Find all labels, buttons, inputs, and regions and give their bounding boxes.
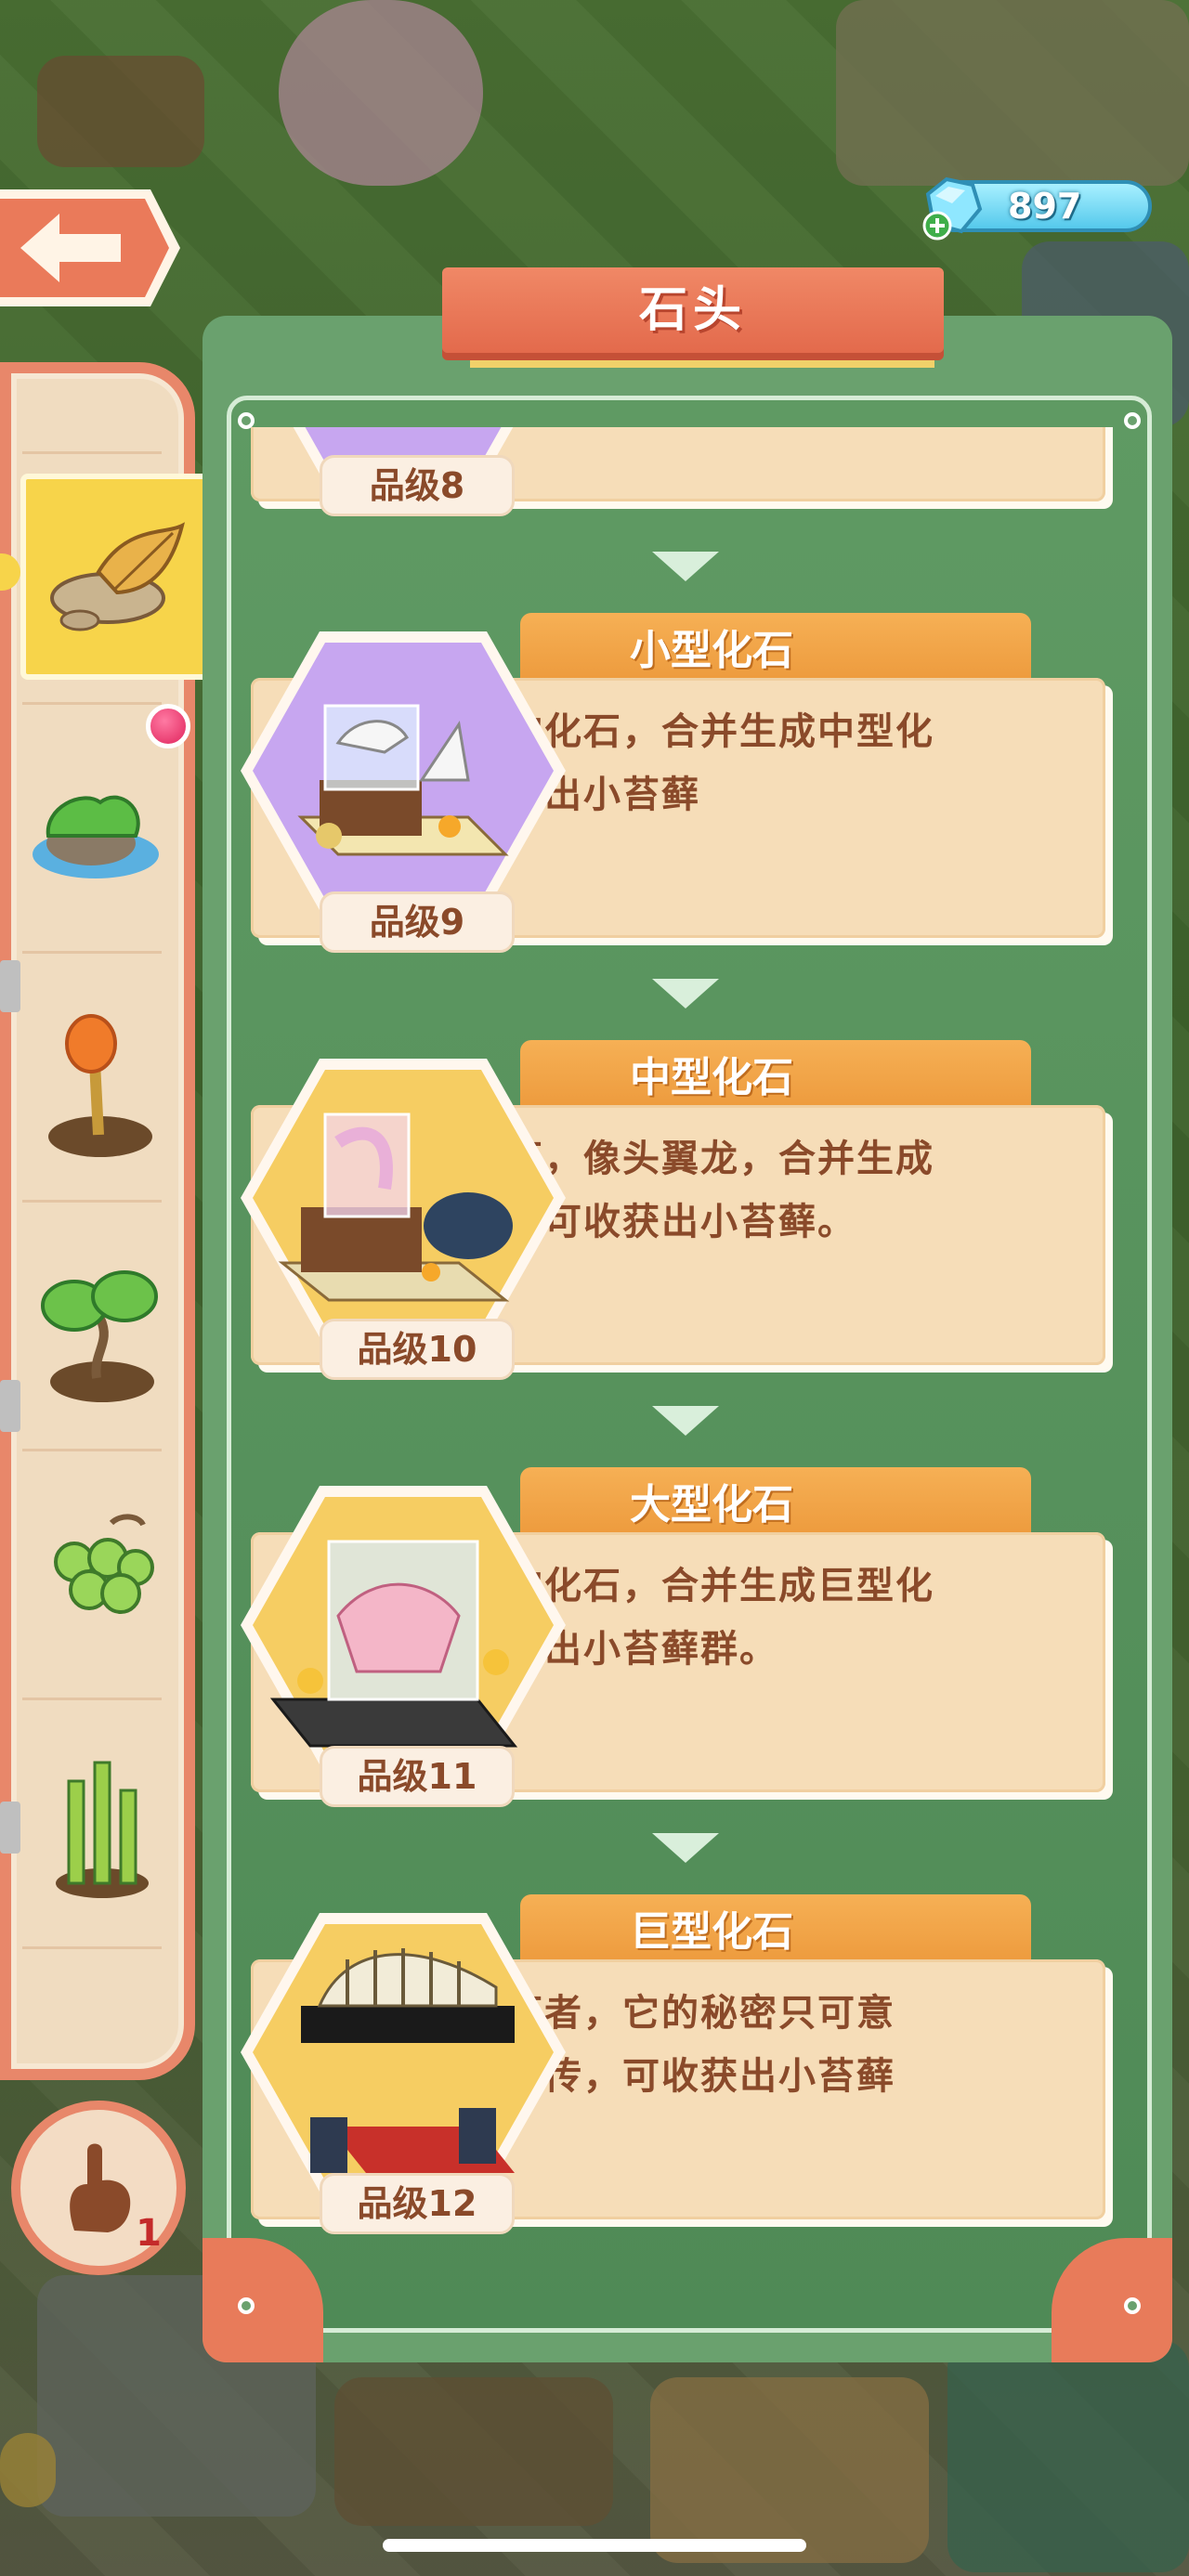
- sapling-icon: [48, 1014, 152, 1157]
- large-fossil-image: [241, 1486, 566, 1764]
- item-card: 中型化石 远古的化石，像头翼龙，合并生成大型化石，可收获出小苔藓。 品级10: [241, 1040, 1115, 1393]
- bonsai-tree-icon: [41, 1270, 158, 1402]
- medium-fossil-image: [241, 1059, 566, 1337]
- home-indicator[interactable]: [383, 2539, 806, 2552]
- bamboo-icon: [56, 1761, 149, 1898]
- back-button[interactable]: [0, 186, 182, 310]
- grape-icon: [54, 1514, 154, 1614]
- sidebar-divider: [22, 451, 162, 454]
- sidebar-divider: [22, 702, 162, 705]
- moss-rock-icon: [33, 795, 159, 878]
- sidebar-item-grape[interactable]: [9, 1478, 176, 1727]
- chevron-down-icon: [652, 1833, 719, 1863]
- level-label: 品级8: [369, 465, 465, 506]
- giant-fossil-image: [241, 1913, 566, 2192]
- item-card: 小型化石 历史悠久的化石，合并生成中型化石，可收获出小苔藓 品级9: [241, 613, 1115, 966]
- sidebar-item-moss[interactable]: [9, 734, 176, 982]
- chevron-down-icon: [652, 979, 719, 1008]
- chevron-down-icon: [652, 552, 719, 581]
- gem-icon: [922, 176, 983, 241]
- item-list[interactable]: 苔藓。 品级8 小型化石 历史悠久的化石，合并生成中型化石，可收获出小苔藓 品级…: [232, 427, 1146, 2294]
- new-badge: [146, 704, 190, 748]
- level-label: 品级10: [357, 1329, 477, 1370]
- chevron-down-icon: [652, 1406, 719, 1436]
- page-title: 石头: [638, 282, 747, 338]
- sidebar-item-bamboo[interactable]: [9, 1725, 176, 1974]
- level-label: 品级11: [357, 1756, 477, 1797]
- item-card: 巨型化石 历史的见证者，它的秘密只可意会，不可言传，可收获出小苔藓群。 品级12: [241, 1894, 1115, 2247]
- level-label: 品级9: [369, 902, 465, 943]
- level-label: 品级12: [357, 2183, 477, 2224]
- frame-rivet: [238, 2297, 255, 2314]
- small-fossil-image: [241, 631, 566, 910]
- hint-count: 1: [136, 2212, 162, 2255]
- item-card: 苔藓。 品级8: [242, 427, 1115, 529]
- frame-rivet: [1124, 2297, 1141, 2314]
- stone-leaf-icon: [50, 522, 185, 631]
- item-card: 大型化石 重点保护的化石，合并生成巨型化石，可收获出小苔藓群。 品级11: [241, 1467, 1115, 1820]
- sidebar-item-stone[interactable]: [20, 474, 210, 680]
- sidebar-item-sapling[interactable]: [9, 984, 176, 1233]
- sidebar-item-tree[interactable]: [9, 1231, 176, 1480]
- gem-count: 897: [1008, 186, 1082, 227]
